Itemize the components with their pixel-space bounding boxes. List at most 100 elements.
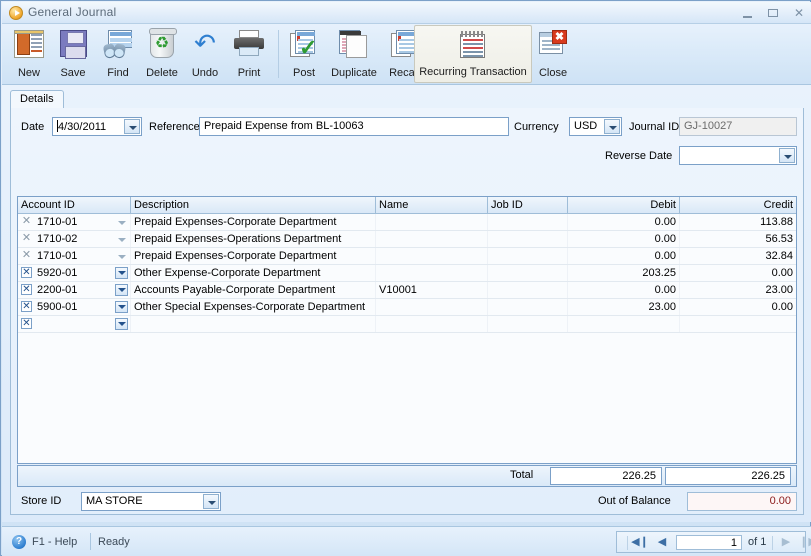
- cell-name[interactable]: [376, 265, 488, 281]
- cell-account-id[interactable]: 1710-02: [18, 231, 131, 247]
- column-header-job-id[interactable]: Job ID: [488, 197, 568, 213]
- reference-input[interactable]: Prepaid Expense from BL-10063: [199, 117, 509, 136]
- table-row[interactable]: ✕ 1710-02 Prepaid Expenses-Operations Depa…: [18, 231, 796, 248]
- nav-separator-right: [772, 536, 773, 550]
- toolbar-button-find[interactable]: Find: [96, 25, 140, 83]
- cell-description[interactable]: Prepaid Expenses-Operations Department: [131, 231, 376, 247]
- reverse-date-field[interactable]: [679, 146, 797, 165]
- store-id-select[interactable]: MA STORE: [81, 492, 221, 511]
- store-id-dropdown-arrow[interactable]: [203, 494, 219, 509]
- column-header-credit[interactable]: Credit: [680, 197, 796, 213]
- cell-job-id[interactable]: [488, 299, 568, 315]
- toolbar-label-delete: Delete: [146, 67, 178, 79]
- toolbar-button-undo[interactable]: ↶ Undo: [184, 25, 226, 83]
- nav-next-button[interactable]: ▶: [777, 535, 795, 549]
- currency-value: USD: [574, 120, 598, 132]
- toolbar-label-recurring-transaction: Recurring Transaction: [419, 66, 527, 78]
- table-row[interactable]: ✕ 2200-01 Accounts Payable-Corporate Depar…: [18, 282, 796, 299]
- cell-debit[interactable]: [568, 316, 680, 332]
- cell-description[interactable]: Other Expense-Corporate Department: [131, 265, 376, 281]
- new-document-icon: [14, 30, 44, 58]
- cell-description[interactable]: [131, 316, 376, 332]
- cell-credit[interactable]: 113.88: [680, 214, 796, 230]
- cell-debit[interactable]: 0.00: [568, 282, 680, 298]
- cell-name[interactable]: [376, 316, 488, 332]
- toolbar-button-close[interactable]: ✖ Close: [532, 25, 574, 83]
- cell-job-id[interactable]: [488, 248, 568, 264]
- toolbar-button-save[interactable]: Save: [52, 25, 94, 83]
- table-row[interactable]: ✕ 5900-01 Other Special Expenses-Corporate…: [18, 299, 796, 316]
- currency-select[interactable]: USD: [569, 117, 622, 136]
- maximize-button[interactable]: [763, 6, 783, 21]
- binoculars-icon: [102, 30, 133, 59]
- cell-debit[interactable]: 0.00: [568, 214, 680, 230]
- nav-page-input[interactable]: 1: [676, 535, 742, 550]
- date-dropdown-arrow[interactable]: [124, 119, 140, 134]
- cell-job-id[interactable]: [488, 316, 568, 332]
- out-of-balance-value: 0.00: [687, 492, 797, 511]
- table-row[interactable]: ✕ 1710-01 Prepaid Expenses-Corporate Depar…: [18, 248, 796, 265]
- cell-account-id[interactable]: 2200-01: [18, 282, 131, 298]
- cell-account-id[interactable]: 5920-01: [18, 265, 131, 281]
- reverse-date-dropdown-arrow[interactable]: [779, 148, 795, 163]
- cell-debit[interactable]: 0.00: [568, 248, 680, 264]
- table-row[interactable]: ✕ 5920-01 Other Expense-Corporate Departme…: [18, 265, 796, 282]
- cell-credit[interactable]: 23.00: [680, 282, 796, 298]
- help-text[interactable]: F1 - Help: [32, 536, 77, 548]
- column-header-name[interactable]: Name: [376, 197, 488, 213]
- cell-name[interactable]: [376, 299, 488, 315]
- cell-name[interactable]: [376, 231, 488, 247]
- cell-name[interactable]: V10001: [376, 282, 488, 298]
- cell-job-id[interactable]: [488, 282, 568, 298]
- toolbar-button-duplicate[interactable]: Duplicate: [324, 25, 384, 83]
- cell-credit[interactable]: 56.53: [680, 231, 796, 247]
- cell-credit[interactable]: 0.00: [680, 265, 796, 281]
- cell-description[interactable]: Other Special Expenses-Corporate Departm…: [131, 299, 376, 315]
- window-title: General Journal: [28, 5, 117, 19]
- cell-name[interactable]: [376, 214, 488, 230]
- toolbar-button-delete[interactable]: Delete: [140, 25, 184, 83]
- cell-credit[interactable]: [680, 316, 796, 332]
- grid-header-row: Account ID Description Name Job ID Debit…: [18, 197, 796, 214]
- cell-description[interactable]: Accounts Payable-Corporate Department: [131, 282, 376, 298]
- column-header-description[interactable]: Description: [131, 197, 376, 213]
- nav-prev-button[interactable]: ◀: [653, 535, 671, 549]
- cell-account-id[interactable]: [18, 316, 131, 332]
- cell-credit[interactable]: 32.84: [680, 248, 796, 264]
- total-credit-value: 226.25: [665, 467, 791, 485]
- question-circle-icon: ?: [12, 535, 26, 549]
- toolbar-button-print[interactable]: Print: [228, 25, 270, 83]
- toolbar-button-new[interactable]: New: [8, 25, 50, 83]
- cell-description[interactable]: Prepaid Expenses-Corporate Department: [131, 248, 376, 264]
- cell-job-id[interactable]: [488, 265, 568, 281]
- cell-debit[interactable]: 203.25: [568, 265, 680, 281]
- currency-dropdown-arrow[interactable]: [604, 119, 620, 134]
- nav-first-button[interactable]: ◀❙: [631, 535, 649, 549]
- title-bar: General Journal ✕: [2, 2, 811, 24]
- toolbar-label-save: Save: [60, 67, 86, 79]
- table-row[interactable]: ✕ 1710-01 Prepaid Expenses-Corporate Depar…: [18, 214, 796, 231]
- toolbar-label-undo: Undo: [191, 67, 219, 79]
- cell-job-id[interactable]: [488, 231, 568, 247]
- cell-description[interactable]: Prepaid Expenses-Corporate Department: [131, 214, 376, 230]
- toolbar-label-find: Find: [107, 67, 129, 79]
- cell-account-id[interactable]: 1710-01: [18, 214, 131, 230]
- tab-details[interactable]: Details: [10, 90, 64, 109]
- cell-name[interactable]: [376, 248, 488, 264]
- date-field[interactable]: 4/30/2011: [52, 117, 142, 136]
- column-header-debit[interactable]: Debit: [568, 197, 680, 213]
- cell-debit[interactable]: 23.00: [568, 299, 680, 315]
- cell-credit[interactable]: 0.00: [680, 299, 796, 315]
- cell-job-id[interactable]: [488, 214, 568, 230]
- toolbar-button-post[interactable]: ✓ Post: [284, 25, 324, 83]
- cell-account-id[interactable]: 5900-01: [18, 299, 131, 315]
- minimize-button[interactable]: [737, 6, 757, 21]
- table-row[interactable]: ✕: [18, 316, 796, 333]
- cell-debit[interactable]: 0.00: [568, 231, 680, 247]
- cell-account-id[interactable]: 1710-01: [18, 248, 131, 264]
- close-window-button[interactable]: ✕: [789, 6, 809, 21]
- date-label: Date: [21, 121, 45, 133]
- nav-last-button[interactable]: ❙▶: [799, 535, 811, 549]
- column-header-account-id[interactable]: Account ID: [18, 197, 131, 213]
- toolbar-button-recurring-transaction[interactable]: Recurring Transaction: [414, 25, 532, 83]
